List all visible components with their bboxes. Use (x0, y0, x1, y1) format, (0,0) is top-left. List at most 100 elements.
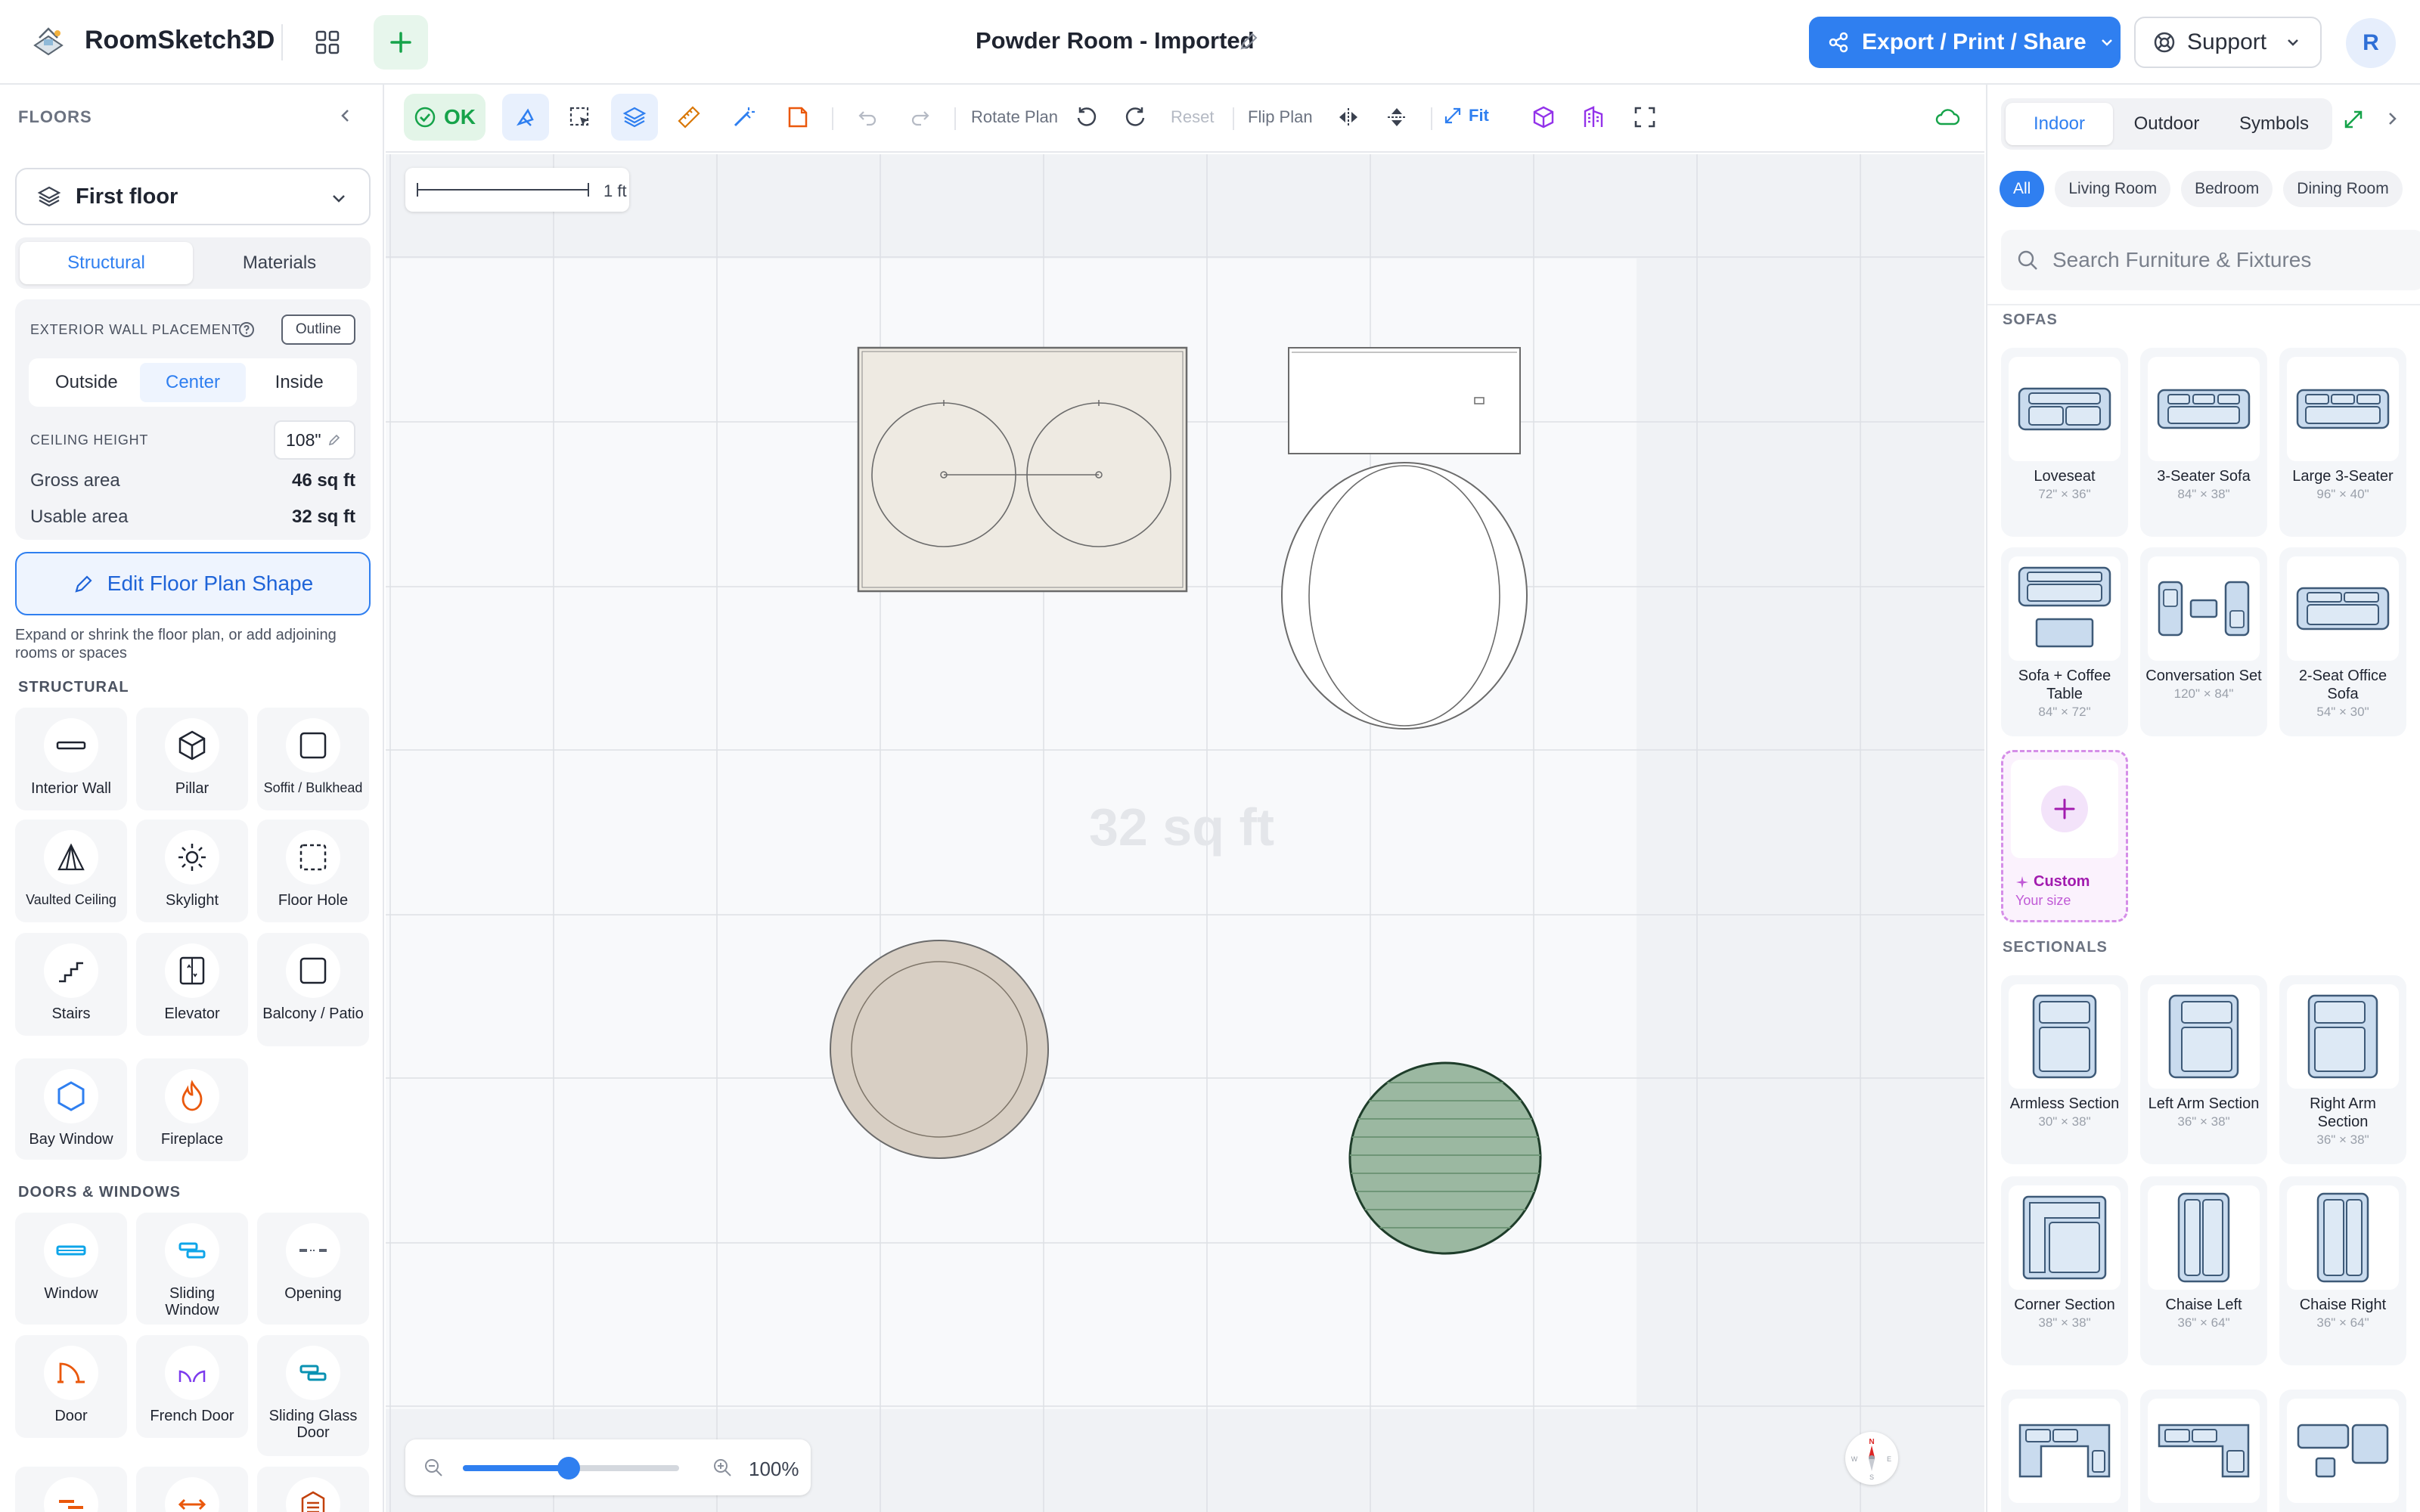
dashboard-button[interactable] (304, 23, 351, 62)
structural-tile-vaulted-ceiling[interactable]: Vaulted Ceiling (15, 820, 127, 922)
tab-symbols[interactable]: Symbols (2220, 103, 2328, 145)
floor-selector[interactable]: First floor (15, 168, 371, 225)
door-tile-opening[interactable]: Opening (257, 1213, 369, 1325)
scale-label: 1 ft (603, 181, 627, 200)
door-tile-sliding-window[interactable]: Sliding Window (136, 1213, 248, 1325)
custom-sub-label: Your size (2015, 893, 2071, 908)
door-tile-sliding-glass-door[interactable]: Sliding Glass Door (257, 1335, 369, 1456)
edit-title-pencil-icon[interactable] (1237, 30, 1260, 53)
sectional-ottoman-icon (2287, 1399, 2399, 1503)
flip-horizontal-button[interactable] (1325, 94, 1372, 141)
structural-tile-interior-wall[interactable]: Interior Wall (15, 708, 127, 810)
wall-option-outside[interactable]: Outside (33, 363, 140, 402)
flip-vertical-button[interactable] (1373, 94, 1420, 141)
furniture-name: Chaise Left (2165, 1297, 2242, 1313)
collapse-panel-chevron-right-icon[interactable] (2382, 109, 2402, 129)
furniture-tile-chaise-left[interactable]: Chaise Left 36" × 64" (2140, 1176, 2267, 1365)
chip-dining-room[interactable]: Dining Room (2283, 171, 2403, 207)
door-tile-french-door[interactable]: French Door (136, 1335, 248, 1438)
notes-tool-button[interactable] (774, 94, 821, 141)
furniture-tile-left-arm-section[interactable]: Left Arm Section 36" × 38" (2140, 975, 2267, 1164)
furniture-tile-right-arm-section[interactable]: Right Arm Section 36" × 38" (2279, 975, 2406, 1164)
support-button[interactable]: Support (2134, 17, 2322, 68)
new-project-button[interactable] (374, 15, 428, 70)
furniture-tile-large-3-seater[interactable]: Large 3-Seater 96" × 40" (2279, 348, 2406, 537)
reset-rotation-button[interactable]: Reset (1171, 107, 1214, 127)
door-tile-window[interactable]: Window (15, 1213, 127, 1325)
fullscreen-button[interactable] (1621, 94, 1668, 141)
custom-size-tile[interactable]: Custom Your size (2001, 750, 2128, 922)
chip-living-room[interactable]: Living Room (2055, 171, 2171, 207)
structural-tile-skylight[interactable]: Skylight (136, 820, 248, 922)
tab-outdoor[interactable]: Outdoor (2113, 103, 2220, 145)
support-label: Support (2187, 29, 2267, 54)
tab-materials[interactable]: Materials (193, 242, 366, 284)
chip-all[interactable]: All (2000, 171, 2045, 207)
structural-tile-balcony[interactable]: Balcony / Patio (257, 933, 369, 1046)
status-ok-badge[interactable]: OK (404, 94, 486, 141)
furniture-tile-sectional-ottoman[interactable] (2279, 1390, 2406, 1512)
structural-tile-floor-hole[interactable]: Floor Hole (257, 820, 369, 922)
draw-tool-button[interactable] (502, 94, 549, 141)
zoom-slider[interactable] (463, 1457, 679, 1479)
tab-structural[interactable]: Structural (20, 242, 193, 284)
furniture-tile-chaise-right[interactable]: Chaise Right 36" × 64" (2279, 1176, 2406, 1365)
zoom-out-icon[interactable] (422, 1456, 445, 1479)
expand-panel-icon[interactable] (2341, 107, 2366, 132)
furniture-tile-2-seat-office-sofa[interactable]: 2-Seat Office Sofa 54" × 30" (2279, 547, 2406, 736)
door-tile-more-3[interactable] (257, 1467, 369, 1512)
structural-tile-soffit[interactable]: Soffit / Bulkhead (257, 708, 369, 810)
furniture-tile-u-sectional[interactable] (2001, 1390, 2128, 1512)
furniture-tile-corner-section[interactable]: Corner Section 38" × 38" (2001, 1176, 2128, 1365)
door-tile-more-2[interactable] (136, 1467, 248, 1512)
structural-tile-fireplace[interactable]: Fireplace (136, 1058, 248, 1161)
cloud-sync-icon[interactable] (1934, 104, 1960, 130)
export-print-share-button[interactable]: Export / Print / Share (1809, 17, 2121, 68)
structural-tile-bay-window[interactable]: Bay Window (15, 1058, 127, 1160)
furniture-tile-loveseat[interactable]: Loveseat 72" × 36" (2001, 348, 2128, 537)
3d-view-button[interactable] (1520, 94, 1567, 141)
fit-view-button[interactable]: Fit (1443, 106, 1489, 125)
furniture-tile-sofa-coffee-table[interactable]: Sofa + Coffee Table 84" × 72" (2001, 547, 2128, 736)
help-icon[interactable] (237, 321, 256, 339)
chaise-left-icon (2148, 1185, 2260, 1290)
user-avatar[interactable]: R (2346, 18, 2396, 68)
rotate-right-button[interactable] (1112, 94, 1159, 141)
outline-toggle-button[interactable]: Outline (281, 314, 355, 345)
edit-floor-plan-shape-button[interactable]: Edit Floor Plan Shape (15, 552, 371, 615)
undo-button[interactable] (844, 94, 891, 141)
zoom-slider-thumb[interactable] (557, 1457, 581, 1479)
door-tile-more-1[interactable] (15, 1467, 127, 1512)
green-round-table (1348, 1061, 1542, 1255)
structural-tile-elevator[interactable]: Elevator (136, 933, 248, 1036)
furniture-tile-l-sectional[interactable] (2140, 1390, 2267, 1512)
elevation-view-button[interactable] (1570, 94, 1617, 141)
door-tile-door[interactable]: Door (15, 1335, 127, 1438)
furniture-search-input[interactable]: Search Furniture & Fixtures (2001, 230, 2420, 290)
compass-icon[interactable]: N E W S (1845, 1432, 1898, 1485)
floor-plan-canvas[interactable]: 1 ft 32 sq ft 100% N E W S (386, 154, 1984, 1512)
measure-tool-button[interactable] (666, 94, 712, 141)
corner-section-icon (2009, 1185, 2121, 1290)
tab-indoor[interactable]: Indoor (2006, 103, 2113, 145)
rotate-left-button[interactable] (1063, 94, 1110, 141)
layers-tool-button[interactable] (611, 94, 658, 141)
furniture-tile-3-seater-sofa[interactable]: 3-Seater Sofa 84" × 38" (2140, 348, 2267, 537)
structural-tile-pillar[interactable]: Pillar (136, 708, 248, 810)
furniture-tile-armless-section[interactable]: Armless Section 30" × 38" (2001, 975, 2128, 1164)
wall-option-center[interactable]: Center (139, 363, 247, 402)
chip-bedroom[interactable]: Bedroom (2181, 171, 2273, 207)
ceiling-height-input[interactable]: 108" (274, 420, 355, 460)
furniture-tile-conversation-set[interactable]: Conversation Set 120" × 84" (2140, 547, 2267, 736)
collapse-panel-chevron-left-icon[interactable] (336, 106, 355, 125)
three-seater-sofa-icon (2148, 357, 2260, 461)
round-rug (830, 940, 1049, 1159)
zoom-in-icon[interactable] (711, 1456, 734, 1479)
redo-button[interactable] (897, 94, 944, 141)
document-title[interactable]: Powder Room - Imported (976, 27, 1255, 54)
select-tool-button[interactable] (557, 94, 603, 141)
wall-option-inside[interactable]: Inside (246, 363, 352, 402)
structural-tile-stairs[interactable]: Stairs (15, 933, 127, 1036)
magic-wand-button[interactable] (720, 94, 767, 141)
structural-tile-label: Balcony / Patio (262, 1005, 364, 1022)
